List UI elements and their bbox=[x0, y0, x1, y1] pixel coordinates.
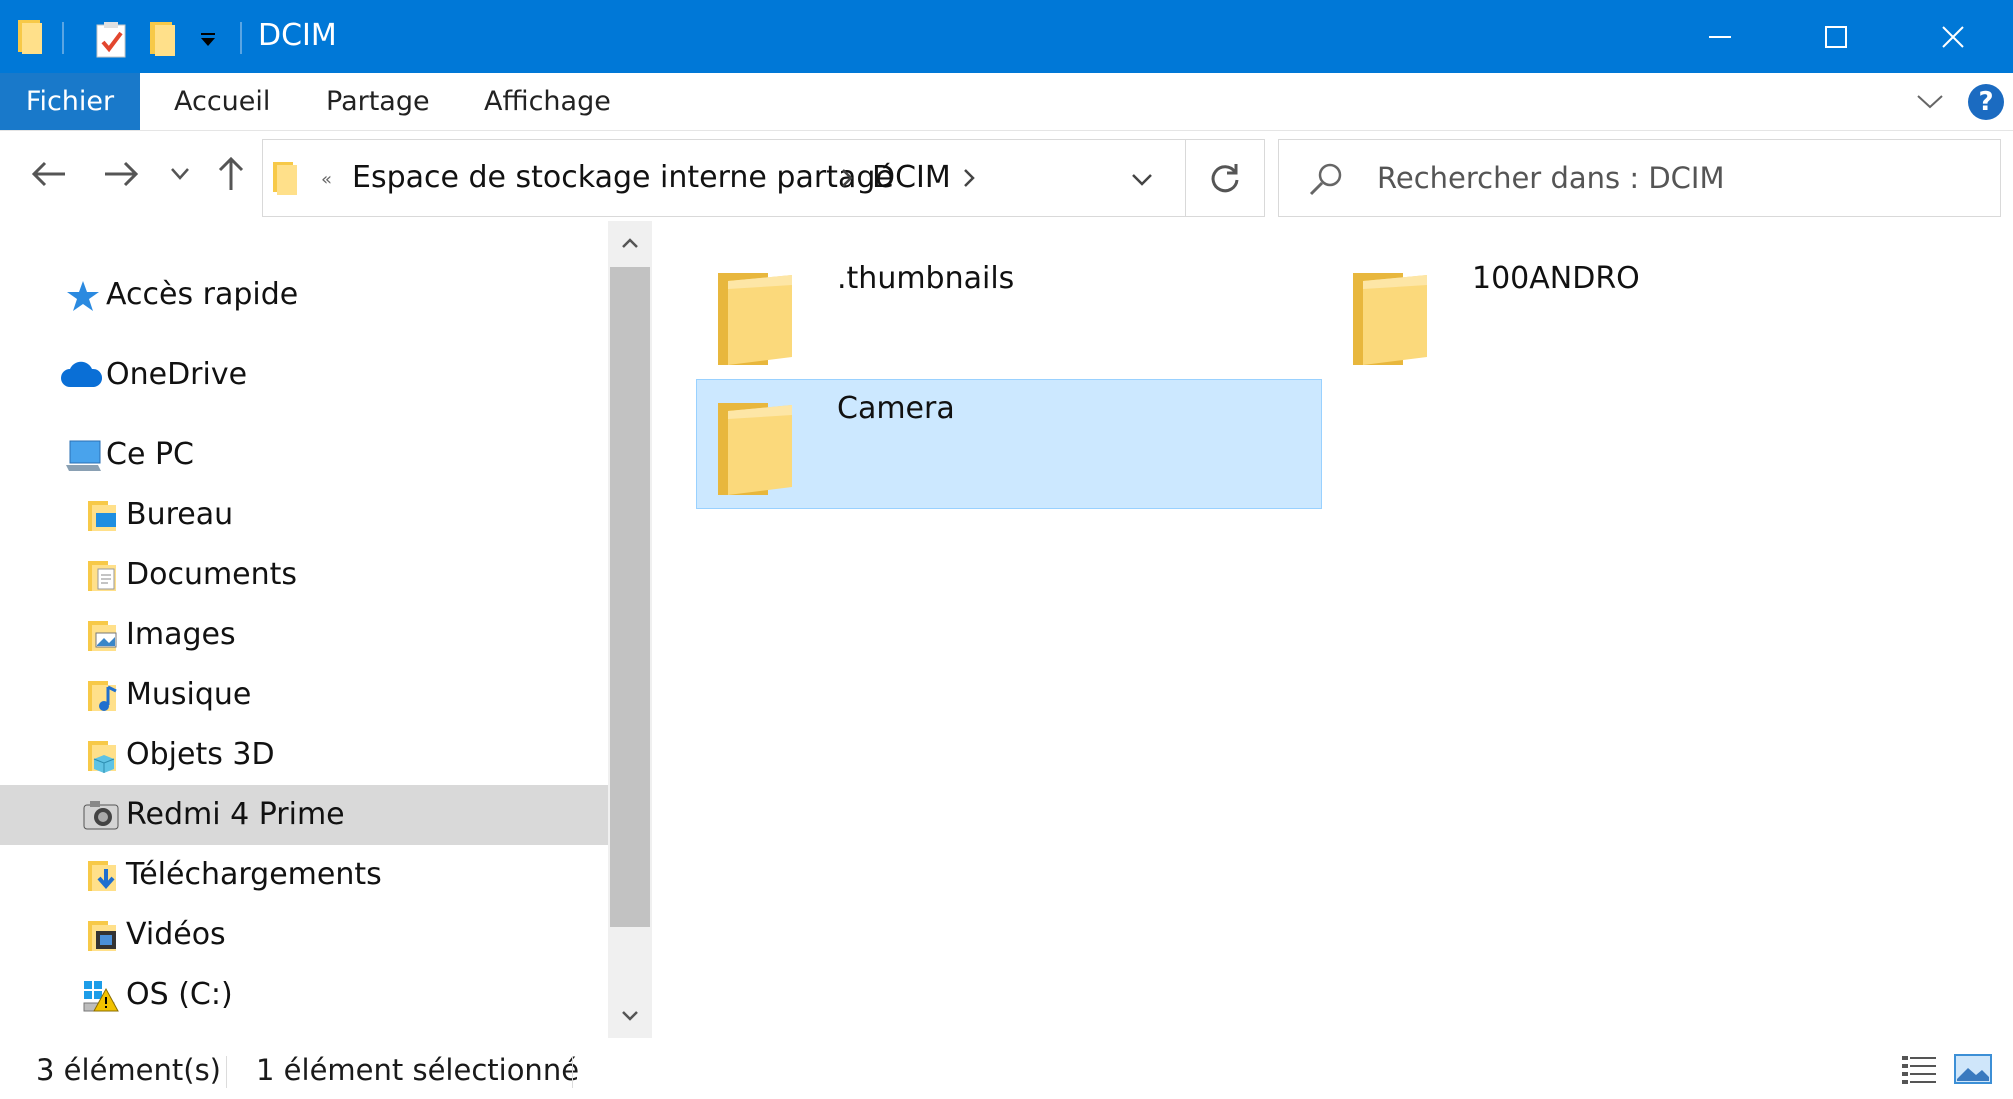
maximize-button[interactable] bbox=[1778, 0, 1894, 73]
close-button[interactable] bbox=[1895, 0, 2011, 73]
nav-item-videos[interactable]: Vidéos bbox=[0, 905, 608, 965]
expand-ribbon-icon[interactable] bbox=[1916, 93, 1944, 111]
folder-item-camera[interactable]: Camera bbox=[696, 379, 1322, 509]
nav-item-3d-objects[interactable]: Objets 3D bbox=[0, 725, 608, 785]
nav-item-documents[interactable]: Documents bbox=[0, 545, 608, 605]
nav-item-this-pc[interactable]: Ce PC bbox=[0, 425, 608, 485]
customize-toolbar-icon[interactable] bbox=[200, 32, 216, 46]
arrow-right-icon bbox=[105, 161, 138, 187]
chevron-up-icon bbox=[622, 238, 638, 248]
address-history-icon[interactable] bbox=[1131, 172, 1153, 191]
cloud-icon bbox=[60, 359, 103, 393]
maximize-icon bbox=[1825, 25, 1847, 48]
folder-name: Camera bbox=[837, 391, 955, 426]
music-folder-icon bbox=[86, 679, 120, 713]
search-box[interactable]: Rechercher dans : DCIM bbox=[1278, 139, 2001, 217]
folder-icon bbox=[718, 271, 800, 367]
folder-item-100andro[interactable]: 100ANDRO bbox=[1331, 249, 1957, 379]
properties-icon[interactable] bbox=[96, 22, 128, 58]
file-list: .thumbnails 100ANDRO Camera bbox=[652, 221, 2013, 1038]
nav-item-onedrive[interactable]: OneDrive bbox=[0, 345, 608, 405]
folder-name: 100ANDRO bbox=[1472, 261, 1640, 296]
scroll-down-button[interactable] bbox=[608, 994, 652, 1038]
nav-label: Vidéos bbox=[126, 917, 226, 952]
breadcrumb-dcim[interactable]: DCIM bbox=[872, 160, 951, 196]
address-row: « Espace de stockage interne partagé DCI… bbox=[0, 131, 2013, 221]
large-icons-view-icon[interactable] bbox=[1954, 1052, 1992, 1086]
nav-label: Accès rapide bbox=[106, 277, 299, 312]
arrow-left-icon bbox=[32, 161, 65, 187]
chevron-down-icon bbox=[622, 1011, 638, 1021]
close-icon bbox=[1942, 25, 1964, 48]
status-bar: 3 élément(s) 1 élément sélectionné bbox=[0, 1038, 2013, 1099]
window-title: DCIM bbox=[258, 18, 337, 53]
back-button[interactable] bbox=[24, 149, 74, 199]
camera-device-icon bbox=[82, 799, 120, 833]
pictures-folder-icon bbox=[86, 619, 120, 653]
folder-name: .thumbnails bbox=[837, 261, 1015, 296]
folder-icon bbox=[1353, 271, 1435, 367]
videos-folder-icon bbox=[86, 919, 120, 953]
recent-locations-button[interactable] bbox=[156, 149, 204, 199]
documents-folder-icon bbox=[86, 559, 120, 593]
nav-item-desktop[interactable]: Bureau bbox=[0, 485, 608, 545]
nav-item-music[interactable]: Musique bbox=[0, 665, 608, 725]
nav-label: Ce PC bbox=[106, 437, 194, 472]
nav-item-os-drive[interactable]: OS (C:) bbox=[0, 965, 608, 1025]
forward-button[interactable] bbox=[96, 149, 146, 199]
tab-home[interactable]: Accueil bbox=[174, 73, 270, 130]
nav-label: Objets 3D bbox=[126, 737, 275, 772]
nav-item-quick-access[interactable]: Accès rapide bbox=[0, 265, 608, 325]
up-button[interactable] bbox=[206, 149, 256, 199]
refresh-icon bbox=[1211, 164, 1239, 193]
new-folder-icon[interactable] bbox=[150, 20, 178, 56]
overflow-chevron[interactable]: « bbox=[321, 162, 332, 198]
scroll-up-button[interactable] bbox=[608, 221, 652, 265]
nav-item-pictures[interactable]: Images bbox=[0, 605, 608, 665]
folder-icon bbox=[718, 401, 800, 497]
search-icon bbox=[1309, 162, 1343, 200]
chevron-down-icon bbox=[171, 168, 189, 180]
minimize-button[interactable] bbox=[1662, 0, 1778, 73]
computer-icon bbox=[64, 439, 102, 473]
nav-scrollbar[interactable] bbox=[608, 221, 652, 1038]
nav-label: Documents bbox=[126, 557, 298, 592]
arrow-up-icon bbox=[218, 157, 244, 190]
item-count: 3 élément(s) bbox=[36, 1053, 221, 1087]
star-icon bbox=[66, 279, 100, 313]
folder-icon bbox=[18, 20, 44, 54]
navigation-pane: Accès rapide OneDrive Ce PC Bureau Docum… bbox=[0, 221, 608, 1038]
minimize-icon bbox=[1709, 35, 1731, 38]
nav-label: Musique bbox=[126, 677, 252, 712]
tab-file[interactable]: Fichier bbox=[0, 73, 140, 130]
title-bar: DCIM bbox=[0, 0, 2013, 73]
nav-label: OS (C:) bbox=[126, 977, 233, 1012]
drive-icon bbox=[82, 979, 120, 1013]
nav-label: Bureau bbox=[126, 497, 234, 532]
details-view-icon[interactable] bbox=[1900, 1052, 1938, 1086]
search-input[interactable]: Rechercher dans : DCIM bbox=[1377, 160, 1724, 196]
chevron-right-icon[interactable] bbox=[963, 168, 975, 192]
nav-label: Téléchargements bbox=[126, 857, 382, 892]
chevron-right-icon[interactable] bbox=[841, 168, 853, 192]
nav-label: OneDrive bbox=[106, 357, 248, 392]
nav-label: Images bbox=[126, 617, 236, 652]
nav-item-redmi-4-prime[interactable]: Redmi 4 Prime bbox=[0, 785, 608, 845]
ribbon-tabs: Fichier Accueil Partage Affichage ? bbox=[0, 73, 2013, 131]
tab-view[interactable]: Affichage bbox=[484, 73, 611, 130]
folder-item-thumbnails[interactable]: .thumbnails bbox=[696, 249, 1322, 379]
tab-share[interactable]: Partage bbox=[326, 73, 430, 130]
desktop-folder-icon bbox=[86, 499, 120, 533]
3d-objects-folder-icon bbox=[86, 739, 120, 773]
folder-icon bbox=[273, 162, 299, 196]
nav-item-downloads[interactable]: Téléchargements bbox=[0, 845, 608, 905]
downloads-folder-icon bbox=[86, 859, 120, 893]
address-bar[interactable]: « Espace de stockage interne partagé DCI… bbox=[262, 139, 1265, 217]
refresh-button[interactable] bbox=[1185, 139, 1265, 217]
scroll-thumb[interactable] bbox=[610, 267, 650, 927]
breadcrumb-storage[interactable]: Espace de stockage interne partagé bbox=[352, 160, 894, 196]
nav-label: Redmi 4 Prime bbox=[126, 797, 345, 832]
help-button[interactable]: ? bbox=[1968, 84, 2004, 120]
selection-count: 1 élément sélectionné bbox=[256, 1053, 580, 1087]
